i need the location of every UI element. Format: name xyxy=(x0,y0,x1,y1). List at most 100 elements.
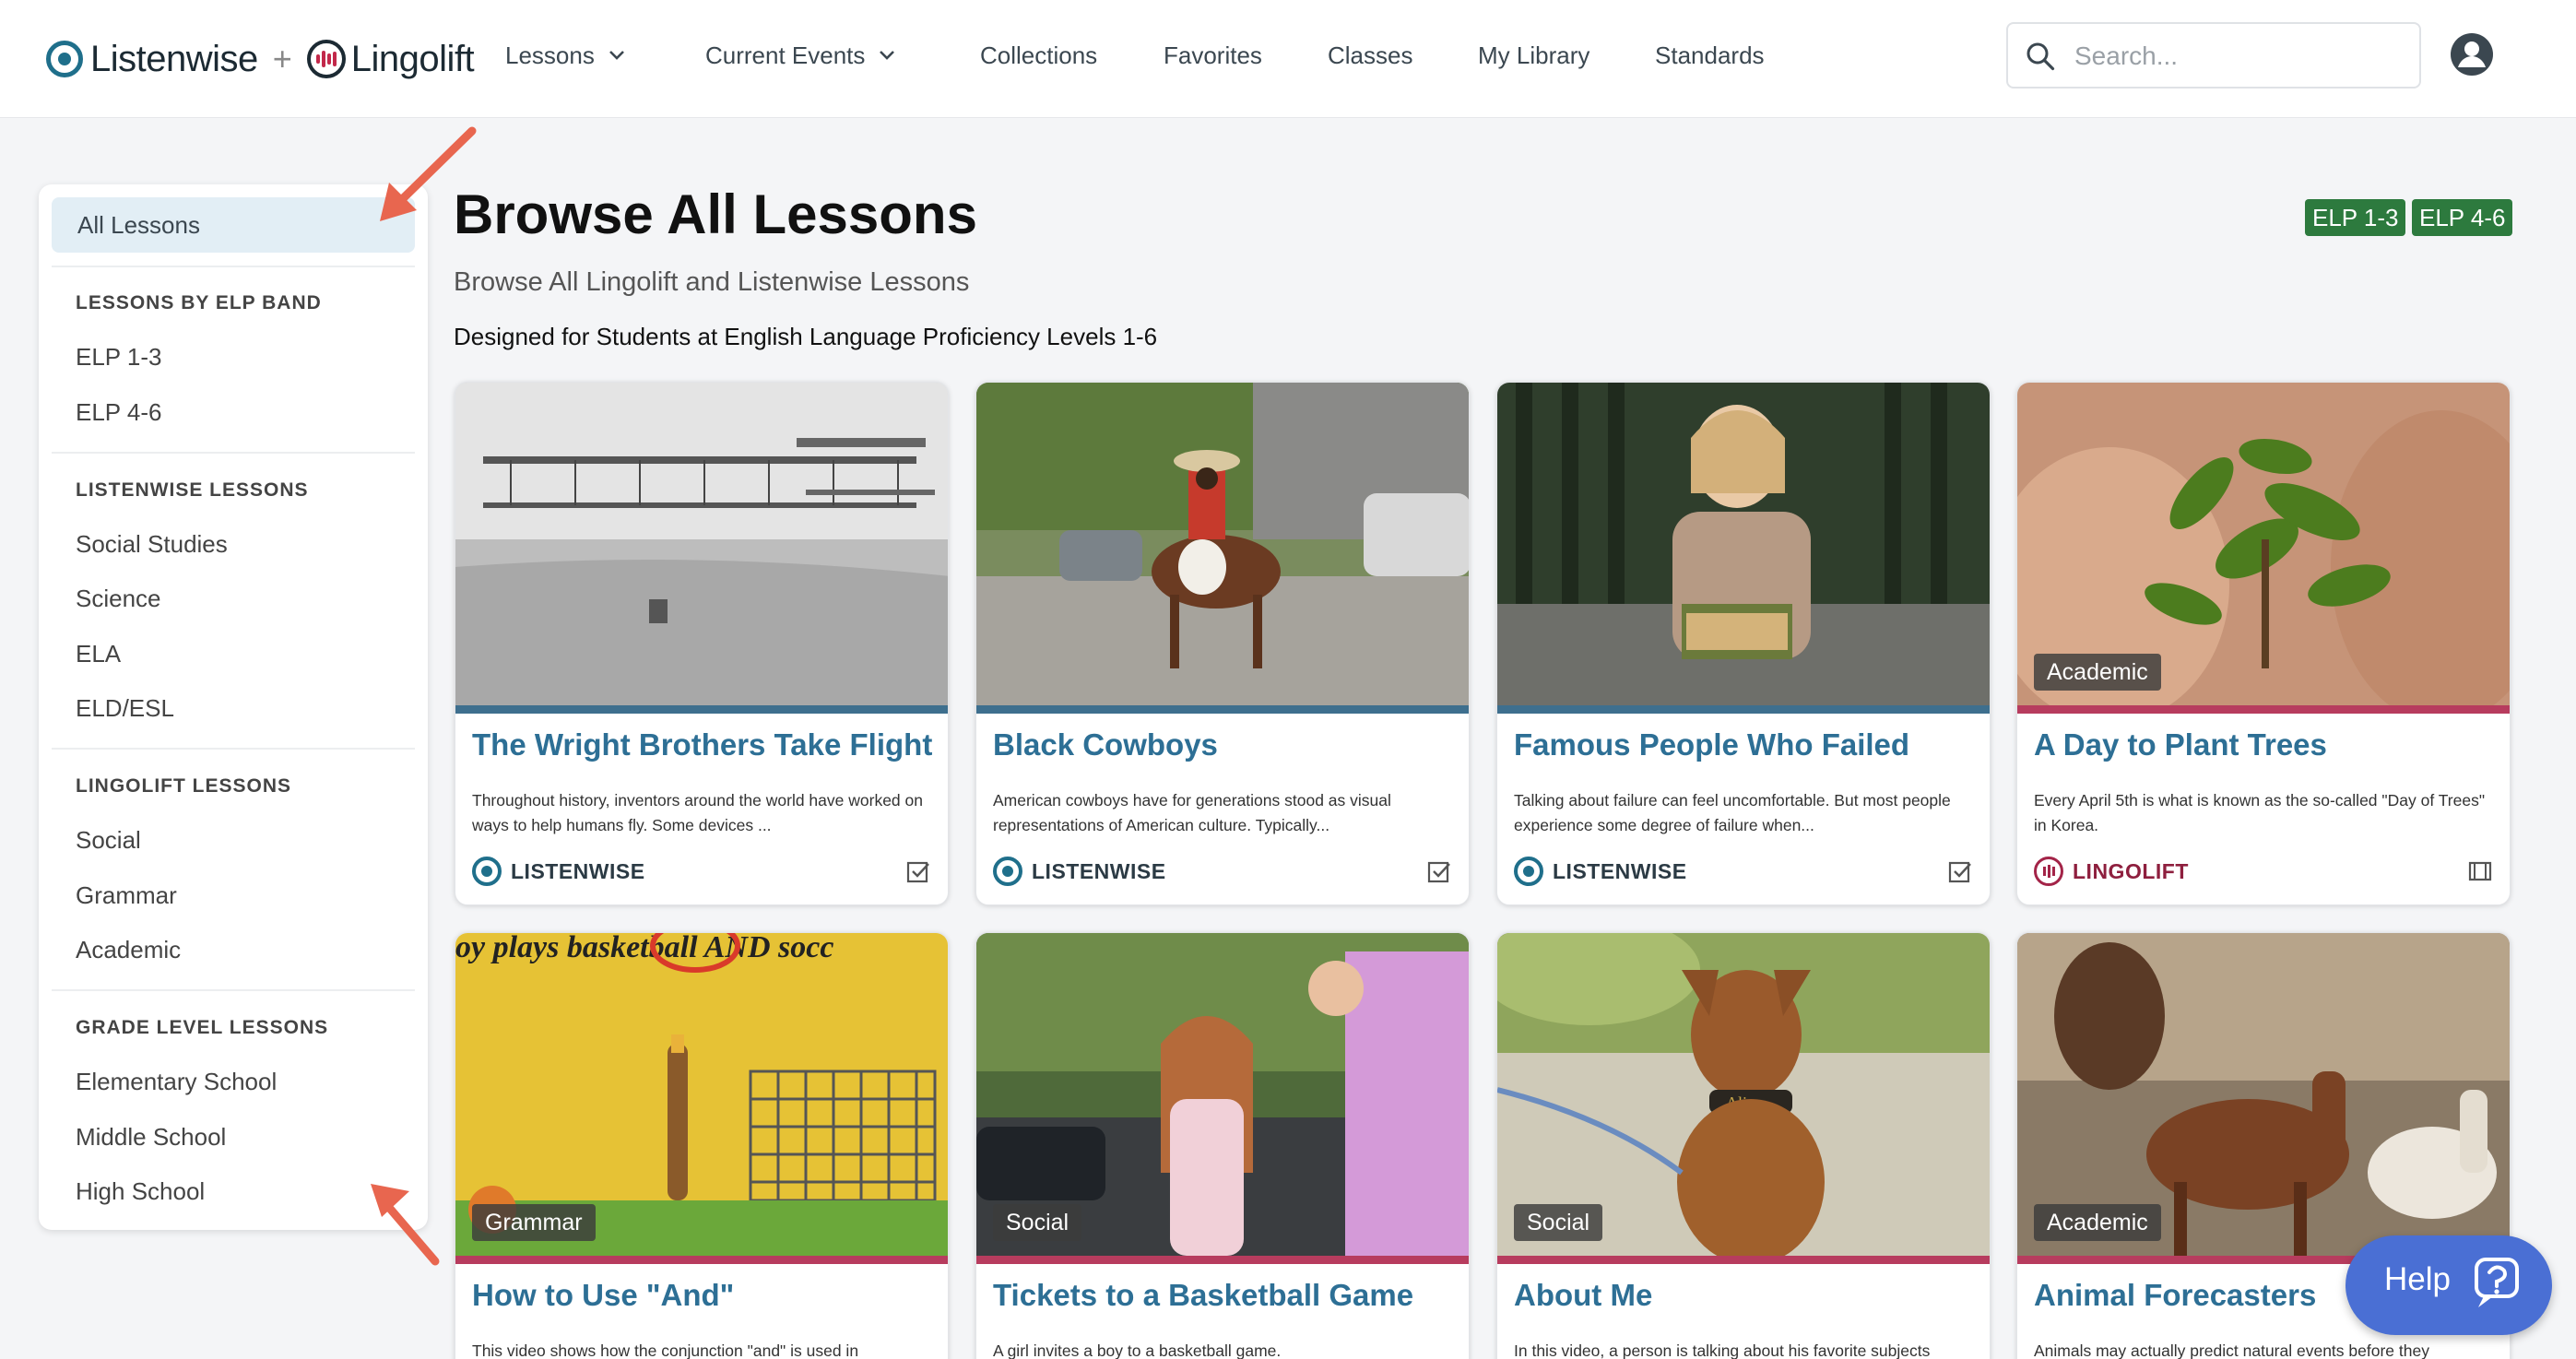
category-tag: Academic xyxy=(2034,1204,2161,1241)
nav-collections-label: Collections xyxy=(980,41,1098,69)
brand-name: LISTENWISE xyxy=(1553,858,1687,883)
lesson-card-title[interactable]: Tickets to a Basketball Game xyxy=(993,1278,1413,1313)
category-tag: Grammar xyxy=(472,1204,596,1241)
sidebar-item-elementary-school[interactable]: Elementary School xyxy=(76,1068,277,1096)
sidebar-heading-grade-level: GRADE LEVEL LESSONS xyxy=(76,1017,329,1038)
card-stripe xyxy=(1497,1256,1990,1264)
lingolift-logo-icon xyxy=(2034,857,2063,886)
sidebar-item-science[interactable]: Science xyxy=(76,585,161,613)
elp-1-3-badge: ELP 1-3 xyxy=(2305,199,2406,236)
lesson-card-description: This video shows how the conjunction "an… xyxy=(472,1341,859,1359)
card-stripe xyxy=(1497,705,1990,714)
search-box[interactable] xyxy=(2006,22,2421,89)
sidebar-item-high-school[interactable]: High School xyxy=(76,1177,205,1206)
user-avatar-icon[interactable] xyxy=(2449,31,2495,77)
sidebar-item-elp-1-3[interactable]: ELP 1-3 xyxy=(76,343,161,372)
film-icon[interactable] xyxy=(2467,858,2493,884)
chevron-down-icon xyxy=(880,51,895,60)
nav-lessons[interactable]: Lessons xyxy=(505,33,628,77)
help-button[interactable]: Help xyxy=(2346,1235,2552,1335)
logo-plus: + xyxy=(272,40,292,77)
assign-icon[interactable] xyxy=(1947,858,1973,884)
lesson-thumbnail-airplane xyxy=(455,383,948,705)
listenwise-wordmark: Listenwise xyxy=(90,38,258,79)
lesson-card-description: In this video, a person is talking about… xyxy=(1514,1341,1931,1359)
lesson-card-plant-trees[interactable]: Academic A Day to Plant Trees Every Apri… xyxy=(2016,382,2511,905)
brand-name: LISTENWISE xyxy=(511,858,645,883)
nav-classes[interactable]: Classes xyxy=(1328,33,1412,77)
nav-lessons-label: Lessons xyxy=(505,41,595,69)
sidebar-divider xyxy=(52,748,415,750)
lesson-card-black-cowboys[interactable]: Black Cowboys American cowboys have for … xyxy=(975,382,1470,905)
nav-my-library[interactable]: My Library xyxy=(1478,33,1589,77)
lesson-card-famous-people-failed[interactable]: Famous People Who Failed Talking about f… xyxy=(1496,382,1991,905)
lesson-card-title[interactable]: Famous People Who Failed xyxy=(1514,727,1909,762)
listenwise-logo-icon xyxy=(993,857,1022,886)
site-logo[interactable]: Listenwise + Lingolift xyxy=(46,31,475,87)
sidebar-divider xyxy=(52,452,415,454)
sidebar-heading-elp-band: LESSONS BY ELP BAND xyxy=(76,292,322,313)
lesson-card-basketball-tickets[interactable]: Social Tickets to a Basketball Game A gi… xyxy=(975,932,1470,1359)
category-tag: Social xyxy=(993,1204,1082,1241)
nav-classes-label: Classes xyxy=(1328,41,1413,69)
lesson-filter-sidebar: All Lessons LESSONS BY ELP BAND ELP 1-3 … xyxy=(39,184,428,1230)
nav-favorites-label: Favorites xyxy=(1164,41,1262,69)
lesson-thumbnail-cowboy xyxy=(976,383,1469,705)
chevron-down-icon xyxy=(609,51,624,60)
listenwise-logo-icon xyxy=(472,857,502,886)
sidebar-item-all-lessons[interactable]: All Lessons xyxy=(52,197,415,253)
sidebar-item-middle-school[interactable]: Middle School xyxy=(76,1123,226,1152)
sidebar-item-eld-esl[interactable]: ELD/ESL xyxy=(76,694,174,723)
listenwise-brand-label: LISTENWISE xyxy=(1514,853,1687,890)
assign-icon[interactable] xyxy=(1426,858,1452,884)
help-question-icon xyxy=(2475,1258,2519,1307)
sidebar-heading-listenwise: LISTENWISE LESSONS xyxy=(76,479,309,501)
lesson-card-title[interactable]: Animal Forecasters xyxy=(2034,1278,2316,1313)
sidebar-item-academic[interactable]: Academic xyxy=(76,936,181,964)
card-stripe xyxy=(455,1256,948,1264)
cartoon-banner-text: oy plays basketball AND socc xyxy=(455,933,833,964)
nav-favorites[interactable]: Favorites xyxy=(1164,33,1262,77)
sidebar-item-grammar[interactable]: Grammar xyxy=(76,881,177,910)
nav-current-events[interactable]: Current Events xyxy=(705,33,898,77)
listenwise-brand-label: LISTENWISE xyxy=(993,853,1166,890)
lingolift-brand-label: LINGOLIFT xyxy=(2034,853,2189,890)
sidebar-item-social-studies[interactable]: Social Studies xyxy=(76,530,228,559)
lesson-thumbnail-reader xyxy=(1497,383,1990,705)
search-icon xyxy=(2027,42,2055,71)
sidebar-heading-lingolift: LINGOLIFT LESSONS xyxy=(76,775,292,797)
lesson-card-wright-brothers[interactable]: The Wright Brothers Take Flight Througho… xyxy=(455,382,949,905)
brand-name: LINGOLIFT xyxy=(2073,858,2189,883)
lesson-card-description: A girl invites a boy to a basketball gam… xyxy=(993,1341,1282,1359)
sidebar-item-ela[interactable]: ELA xyxy=(76,640,121,668)
card-stripe xyxy=(976,1256,1469,1264)
card-stripe xyxy=(2017,705,2510,714)
card-stripe xyxy=(976,705,1469,714)
help-label: Help xyxy=(2384,1261,2451,1297)
sidebar-item-social[interactable]: Social xyxy=(76,826,141,855)
sidebar-divider xyxy=(52,989,415,991)
lesson-card-description: Animals may actually predict natural eve… xyxy=(2034,1341,2429,1359)
search-input[interactable] xyxy=(2074,33,2406,79)
nav-collections[interactable]: Collections xyxy=(980,33,1097,77)
page-title: Browse All Lessons xyxy=(454,183,977,245)
lesson-card-title[interactable]: About Me xyxy=(1514,1278,1652,1313)
nav-current-events-label: Current Events xyxy=(705,41,866,69)
lesson-card-title[interactable]: Black Cowboys xyxy=(993,727,1218,762)
nav-standards-label: Standards xyxy=(1655,41,1765,69)
top-navigation-bar: Listenwise + Lingolift Lessons Current E… xyxy=(0,0,2576,118)
lesson-card-title[interactable]: The Wright Brothers Take Flight xyxy=(472,727,932,762)
listenwise-logo-icon xyxy=(46,41,83,77)
lesson-card-about-me[interactable]: Ali Social About Me In this video, a per… xyxy=(1496,932,1991,1359)
listenwise-brand-label: LISTENWISE xyxy=(472,853,645,890)
lesson-card-title[interactable]: A Day to Plant Trees xyxy=(2034,727,2327,762)
lesson-card-title[interactable]: How to Use "And" xyxy=(472,1278,734,1313)
elp-4-6-badge: ELP 4-6 xyxy=(2412,199,2513,236)
nav-standards[interactable]: Standards xyxy=(1655,33,1765,77)
assign-icon[interactable] xyxy=(905,858,931,884)
lesson-card-description: American cowboys have for generations st… xyxy=(993,791,1391,834)
sidebar-item-elp-4-6[interactable]: ELP 4-6 xyxy=(76,398,161,427)
sidebar-divider xyxy=(52,266,415,267)
lesson-card-how-to-use-and[interactable]: oy plays basketball AND socc Grammar How… xyxy=(455,932,949,1359)
brand-name: LISTENWISE xyxy=(1032,858,1166,883)
